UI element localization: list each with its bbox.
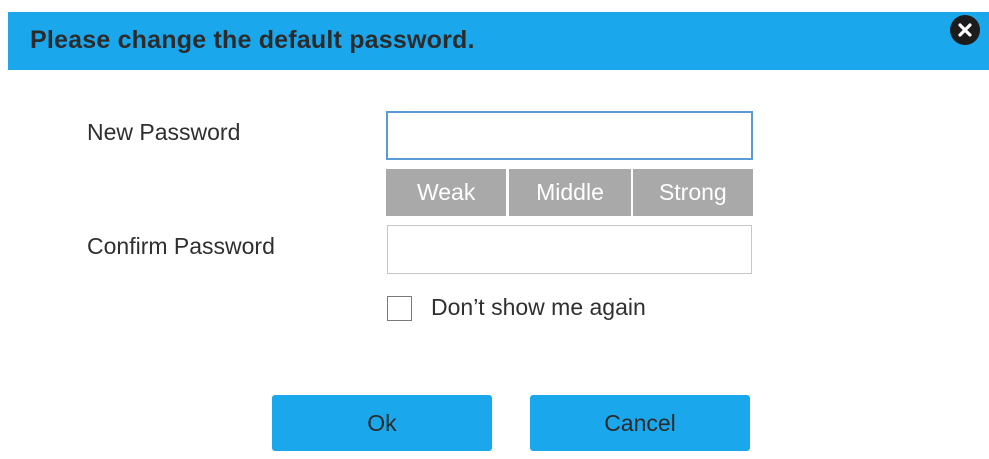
close-button[interactable] bbox=[950, 15, 980, 45]
new-password-input[interactable] bbox=[386, 111, 753, 160]
dialog-title: Please change the default password. bbox=[30, 26, 475, 54]
strength-middle: Middle bbox=[509, 169, 631, 216]
dont-show-again-label[interactable]: Don’t show me again bbox=[431, 294, 646, 321]
new-password-label: New Password bbox=[87, 119, 241, 145]
dialog-title-bar: Please change the default password. bbox=[8, 12, 989, 70]
password-strength-meter: Weak Middle Strong bbox=[386, 169, 753, 216]
strength-weak: Weak bbox=[386, 169, 507, 216]
cancel-button[interactable]: Cancel bbox=[530, 395, 750, 451]
dont-show-again-checkbox[interactable] bbox=[387, 296, 412, 321]
close-icon bbox=[958, 23, 972, 37]
confirm-password-label: Confirm Password bbox=[87, 233, 275, 259]
strength-strong: Strong bbox=[632, 169, 753, 216]
ok-button[interactable]: Ok bbox=[272, 395, 492, 451]
confirm-password-input[interactable] bbox=[387, 225, 752, 274]
change-password-dialog: Please change the default password. New … bbox=[0, 0, 989, 459]
